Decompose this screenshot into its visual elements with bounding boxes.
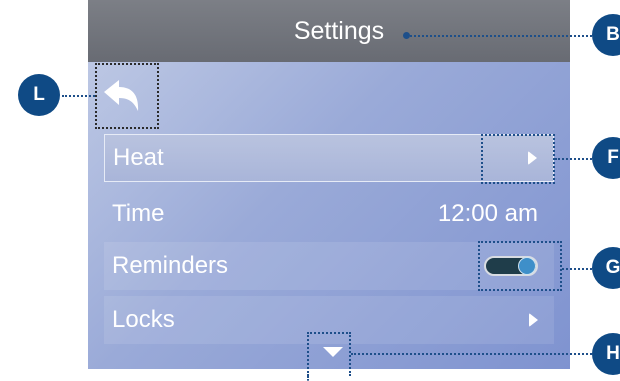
row-label-time: Time (112, 200, 165, 227)
callout-label-f: F (607, 147, 619, 168)
callout-label-b: B (606, 24, 620, 45)
chevron-right-icon (529, 313, 538, 327)
callout-badge-f: F (592, 137, 620, 179)
callout-box-scroll (307, 332, 351, 376)
callout-badge-g: G (592, 247, 620, 289)
row-label-reminders: Reminders (112, 252, 229, 279)
row-label-heat: Heat (113, 144, 164, 171)
page-title: Settings (293, 16, 385, 45)
callout-badge-b: B (592, 14, 620, 56)
callout-leader-g (562, 268, 592, 270)
callout-label-g: G (605, 257, 620, 278)
settings-row-time[interactable]: Time 12:00 am (104, 190, 554, 238)
callout-leader-b (410, 35, 592, 37)
row-label-locks: Locks (112, 306, 175, 333)
callout-leader-l (62, 95, 95, 97)
callout-leader-h-left (307, 376, 309, 381)
callout-label-h: H (606, 343, 620, 364)
time-value: 12:00 am (437, 200, 538, 227)
callout-leader-f (555, 158, 592, 160)
callout-badge-h: H (592, 333, 620, 375)
device-screen: Settings Heat Time 12:00 am Reminders Lo… (88, 0, 570, 369)
callout-anchor-b (403, 32, 410, 39)
callout-box-back (95, 63, 159, 129)
callout-box-heat-arrow (481, 134, 555, 184)
callout-box-toggle (478, 241, 562, 291)
header-bar: Settings (88, 0, 570, 62)
callout-leader-h (351, 353, 592, 355)
callout-badge-l: L (18, 74, 60, 116)
callout-label-l: L (33, 84, 45, 105)
